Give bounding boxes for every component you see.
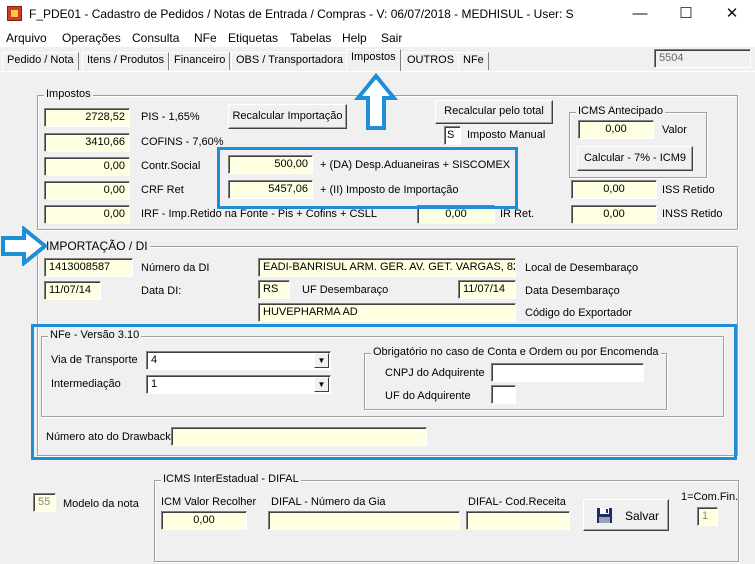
menu-sair[interactable]: Sair: [381, 31, 402, 45]
menu-nfe[interactable]: NFe: [194, 31, 217, 45]
crf-field[interactable]: 0,00: [44, 181, 130, 200]
numero-di-label: Número da DI: [141, 262, 210, 274]
data-di-label: Data DI:: [141, 285, 182, 297]
local-desembaraco-label: Local de Desembaraço: [525, 262, 639, 274]
modelo-nota-field[interactable]: 55: [33, 493, 56, 512]
contr-social-field[interactable]: 0,00: [44, 157, 130, 176]
title-bar: F_PDE01 - Cadastro de Pedidos / Notas de…: [0, 0, 755, 28]
tab-strip: Pedido / Nota Itens / Produtos Financeir…: [0, 47, 755, 71]
importacao-legend: IMPORTAÇÃO / DI: [44, 239, 150, 253]
cofins-label: COFINS - 7,60%: [141, 136, 224, 148]
difal-cod-receita-label: DIFAL- Cod.Receita: [468, 496, 566, 508]
difal-gia-label: DIFAL - Número da Gia: [271, 496, 386, 508]
icms-antecipado-legend: ICMS Antecipado: [576, 105, 665, 117]
menu-operacoes[interactable]: Operações: [62, 31, 121, 45]
menu-tabelas[interactable]: Tabelas: [290, 31, 331, 45]
imposto-manual-label: Imposto Manual: [467, 129, 546, 141]
pis-label: PIS - 1,65%: [141, 111, 200, 123]
minimize-button[interactable]: —: [617, 0, 663, 28]
com-fin-label: 1=Com.Fin.: [681, 491, 739, 503]
data-di-field[interactable]: 11/07/14: [44, 281, 101, 300]
floppy-disk-icon: [597, 508, 612, 523]
menu-etiquetas[interactable]: Etiquetas: [228, 31, 278, 45]
numero-di-field[interactable]: 1413008587: [44, 258, 133, 277]
menu-consulta[interactable]: Consulta: [132, 31, 179, 45]
uf-desembaraco-label: UF Desembaraço: [302, 284, 389, 296]
imposto-manual-field[interactable]: S: [444, 126, 461, 145]
salvar-label: Salvar: [625, 509, 660, 523]
app-icon: [7, 6, 22, 21]
tab-pedido-nota[interactable]: Pedido / Nota: [2, 52, 79, 70]
tab-financeiro[interactable]: Financeiro: [169, 52, 231, 70]
difal-cod-receita-field[interactable]: [466, 511, 570, 530]
contr-social-label: Contr.Social: [141, 160, 201, 172]
tab-outros[interactable]: OUTROS: [402, 52, 460, 70]
recalcular-total-button[interactable]: Recalcular pelo total: [435, 100, 553, 124]
salvar-button[interactable]: Salvar: [583, 499, 669, 531]
ir-retido-label: IR Ret.: [500, 208, 535, 220]
menu-arquivo[interactable]: Arquivo: [6, 31, 47, 45]
data-desembaraco-field[interactable]: 11/07/14: [458, 280, 516, 299]
cofins-field[interactable]: 3410,66: [44, 133, 130, 152]
calcular-icm9-button[interactable]: Calcular - 7% - ICM9: [577, 146, 693, 171]
maximize-button[interactable]: ☐: [663, 0, 709, 28]
impostos-legend: Impostos: [44, 88, 93, 100]
recalcular-importacao-button[interactable]: Recalcular Importação: [228, 104, 347, 129]
local-desembaraco-field[interactable]: EADI-BANRISUL ARM. GER. AV. GET. VARGAS,…: [258, 258, 516, 277]
tab-impostos[interactable]: Impostos: [346, 49, 401, 71]
inss-retido-field[interactable]: 0,00: [571, 205, 657, 224]
crf-label: CRF Ret: [141, 184, 184, 196]
menu-bar: Arquivo Operações Consulta NFe Etiquetas…: [0, 28, 755, 47]
impostos-panel: Impostos 2728,52 PIS - 1,65% 3410,66 COF…: [0, 71, 755, 564]
up-arrow-icon: [354, 73, 398, 130]
icms-antecipado-field[interactable]: 0,00: [578, 120, 654, 139]
uf-desembaraco-field[interactable]: RS: [258, 280, 290, 299]
icm-valor-recolher-field[interactable]: 0,00: [161, 511, 247, 530]
com-fin-field[interactable]: 1: [697, 507, 718, 526]
codigo-exportador-field[interactable]: HUVEPHARMA AD: [258, 303, 516, 322]
inss-retido-label: INSS Retido: [662, 208, 723, 220]
irf-label: IRF - Imp.Retido na Fonte - Pis + Cofins…: [141, 208, 377, 220]
highlight-box-nfe: [31, 324, 737, 460]
tab-nfe[interactable]: NFe: [458, 52, 489, 70]
tab-obs-transportadora[interactable]: OBS / Transportadora: [231, 52, 348, 70]
pis-field[interactable]: 2728,52: [44, 108, 130, 127]
modelo-nota-label: Modelo da nota: [63, 498, 139, 510]
window-title: F_PDE01 - Cadastro de Pedidos / Notas de…: [29, 7, 574, 21]
menu-help[interactable]: Help: [342, 31, 367, 45]
valor-label: Valor: [662, 124, 687, 136]
tab-code-field: 5504: [654, 49, 751, 68]
difal-gia-field[interactable]: [268, 511, 460, 530]
codigo-exportador-label: Código do Exportador: [525, 307, 633, 319]
close-button[interactable]: ✕: [709, 0, 755, 28]
tab-itens-produtos[interactable]: Itens / Produtos: [82, 52, 170, 70]
iss-retido-field[interactable]: 0,00: [571, 180, 657, 199]
iss-retido-label: ISS Retido: [662, 184, 715, 196]
irf-field[interactable]: 0,00: [44, 205, 130, 224]
highlight-box-da-ii: [217, 147, 518, 209]
right-arrow-icon: [1, 226, 48, 266]
icm-valor-recolher-label: ICM Valor Recolher: [161, 496, 257, 508]
difal-legend: ICMS InterEstadual - DIFAL: [161, 473, 301, 485]
data-desembaraco-label: Data Desembaraço: [525, 285, 620, 297]
